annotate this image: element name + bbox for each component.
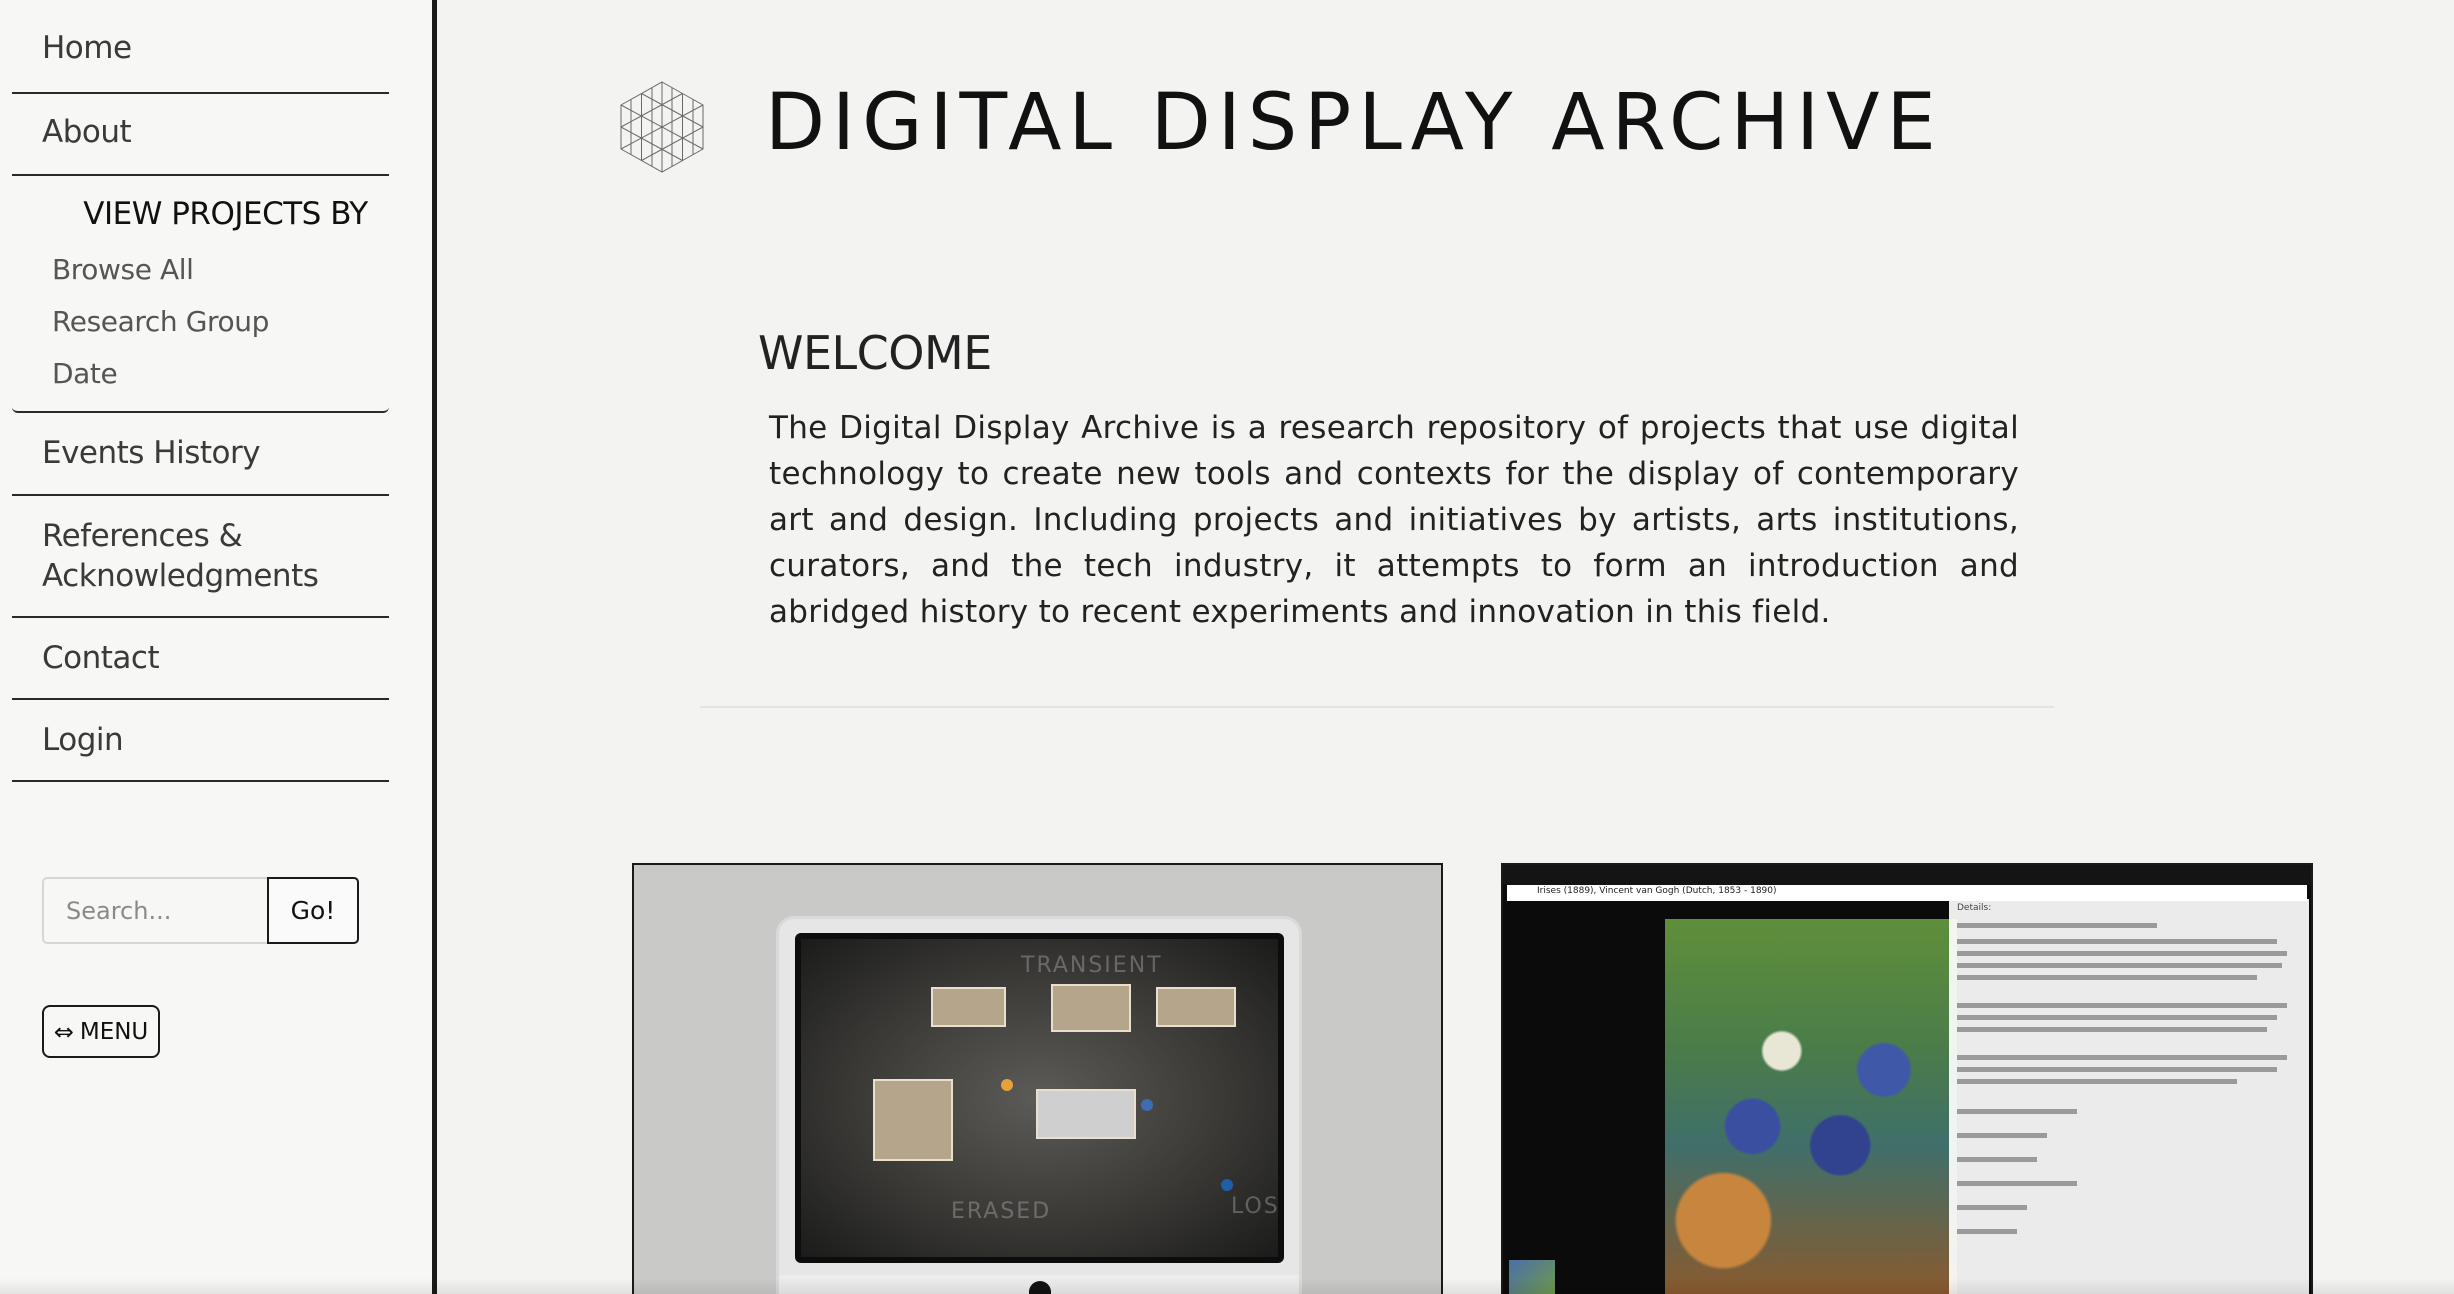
search-input[interactable] (42, 877, 268, 944)
screen-label-los: LOS (1231, 1194, 1280, 1219)
detail-text-line (1957, 1067, 2277, 1072)
viewer-title: Irises (1889), Vincent van Gogh (Dutch, … (1537, 886, 1777, 896)
detail-text-line (1957, 951, 2287, 956)
nav-contact[interactable]: Contact (12, 618, 389, 700)
nav-home[interactable]: Home (12, 0, 389, 94)
nav-events-history[interactable]: Events History (12, 413, 389, 496)
imac-image: TRANSIENT ERASED LOS (776, 916, 1302, 1294)
detail-text-line (1957, 1055, 2287, 1060)
double-arrow-icon: ⇔ (53, 1017, 74, 1046)
gallery-table (1051, 984, 1131, 1032)
project-card-imac[interactable]: TRANSIENT ERASED LOS (632, 863, 1443, 1294)
menu-label: MENU (79, 1018, 149, 1045)
detail-text-line (1957, 1157, 2037, 1162)
project-card-irises-viewer[interactable]: Irises (1889), Vincent van Gogh (Dutch, … (1501, 863, 2313, 1294)
viewer-toolbar (1503, 865, 2311, 885)
search-go-button[interactable]: Go! (267, 877, 359, 944)
detail-text-line (1957, 975, 2257, 980)
gallery-marker (1141, 1099, 1153, 1111)
nav-references[interactable]: References & Acknowledgments (12, 496, 389, 618)
view-projects-heading: VIEW PROJECTS BY (83, 196, 368, 232)
gallery-marker (1001, 1079, 1013, 1091)
detail-text-line (1957, 1229, 2017, 1234)
gallery-marker (1221, 1179, 1233, 1191)
detail-text-line (1957, 1027, 2267, 1032)
screen-label-transient: TRANSIENT (1021, 953, 1163, 978)
detail-text-line (1957, 963, 2282, 968)
nav-login[interactable]: Login (12, 700, 389, 782)
gallery-table (1036, 1089, 1136, 1139)
sidebar: Home About VIEW PROJECTS BY Browse All R… (0, 0, 437, 1294)
nav-date[interactable]: Date (52, 357, 118, 390)
nav-references-line1: References & (42, 518, 243, 554)
detail-text-line (1957, 939, 2277, 944)
detail-text-line (1957, 923, 2157, 928)
gallery-table (1156, 987, 1236, 1027)
welcome-heading: WELCOME (758, 326, 992, 380)
site-title: DIGITAL DISPLAY ARCHIVE (765, 78, 1943, 168)
detail-text-line (1957, 1109, 2077, 1114)
view-projects-section: VIEW PROJECTS BY Browse All Research Gro… (12, 176, 389, 413)
nav-about[interactable]: About (12, 94, 389, 176)
detail-text-line (1957, 1079, 2237, 1084)
detail-text-line (1957, 1015, 2277, 1020)
nav-browse-all[interactable]: Browse All (52, 253, 194, 286)
gallery-table (873, 1079, 953, 1161)
nav-research-group[interactable]: Research Group (52, 305, 269, 338)
section-divider (700, 706, 2054, 708)
details-label: Details: (1957, 903, 1992, 913)
screen-label-erased: ERASED (951, 1199, 1052, 1224)
hexagon-grid-logo[interactable] (617, 80, 707, 174)
welcome-text: The Digital Display Archive is a researc… (769, 410, 2019, 630)
detail-text-line (1957, 1133, 2047, 1138)
imac-screen: TRANSIENT ERASED LOS (795, 933, 1284, 1263)
nav-references-line2: Acknowledgments (42, 558, 319, 594)
detail-text-line (1957, 1205, 2027, 1210)
menu-toggle-button[interactable]: ⇔ MENU (42, 1005, 160, 1058)
detail-text-line (1957, 1003, 2287, 1008)
gallery-table (931, 987, 1006, 1027)
viewer-details-panel: Details: (1949, 899, 2309, 1294)
detail-text-line (1957, 1181, 2077, 1186)
irises-painting-image (1665, 919, 1957, 1294)
bottom-shadow (0, 1278, 2454, 1294)
